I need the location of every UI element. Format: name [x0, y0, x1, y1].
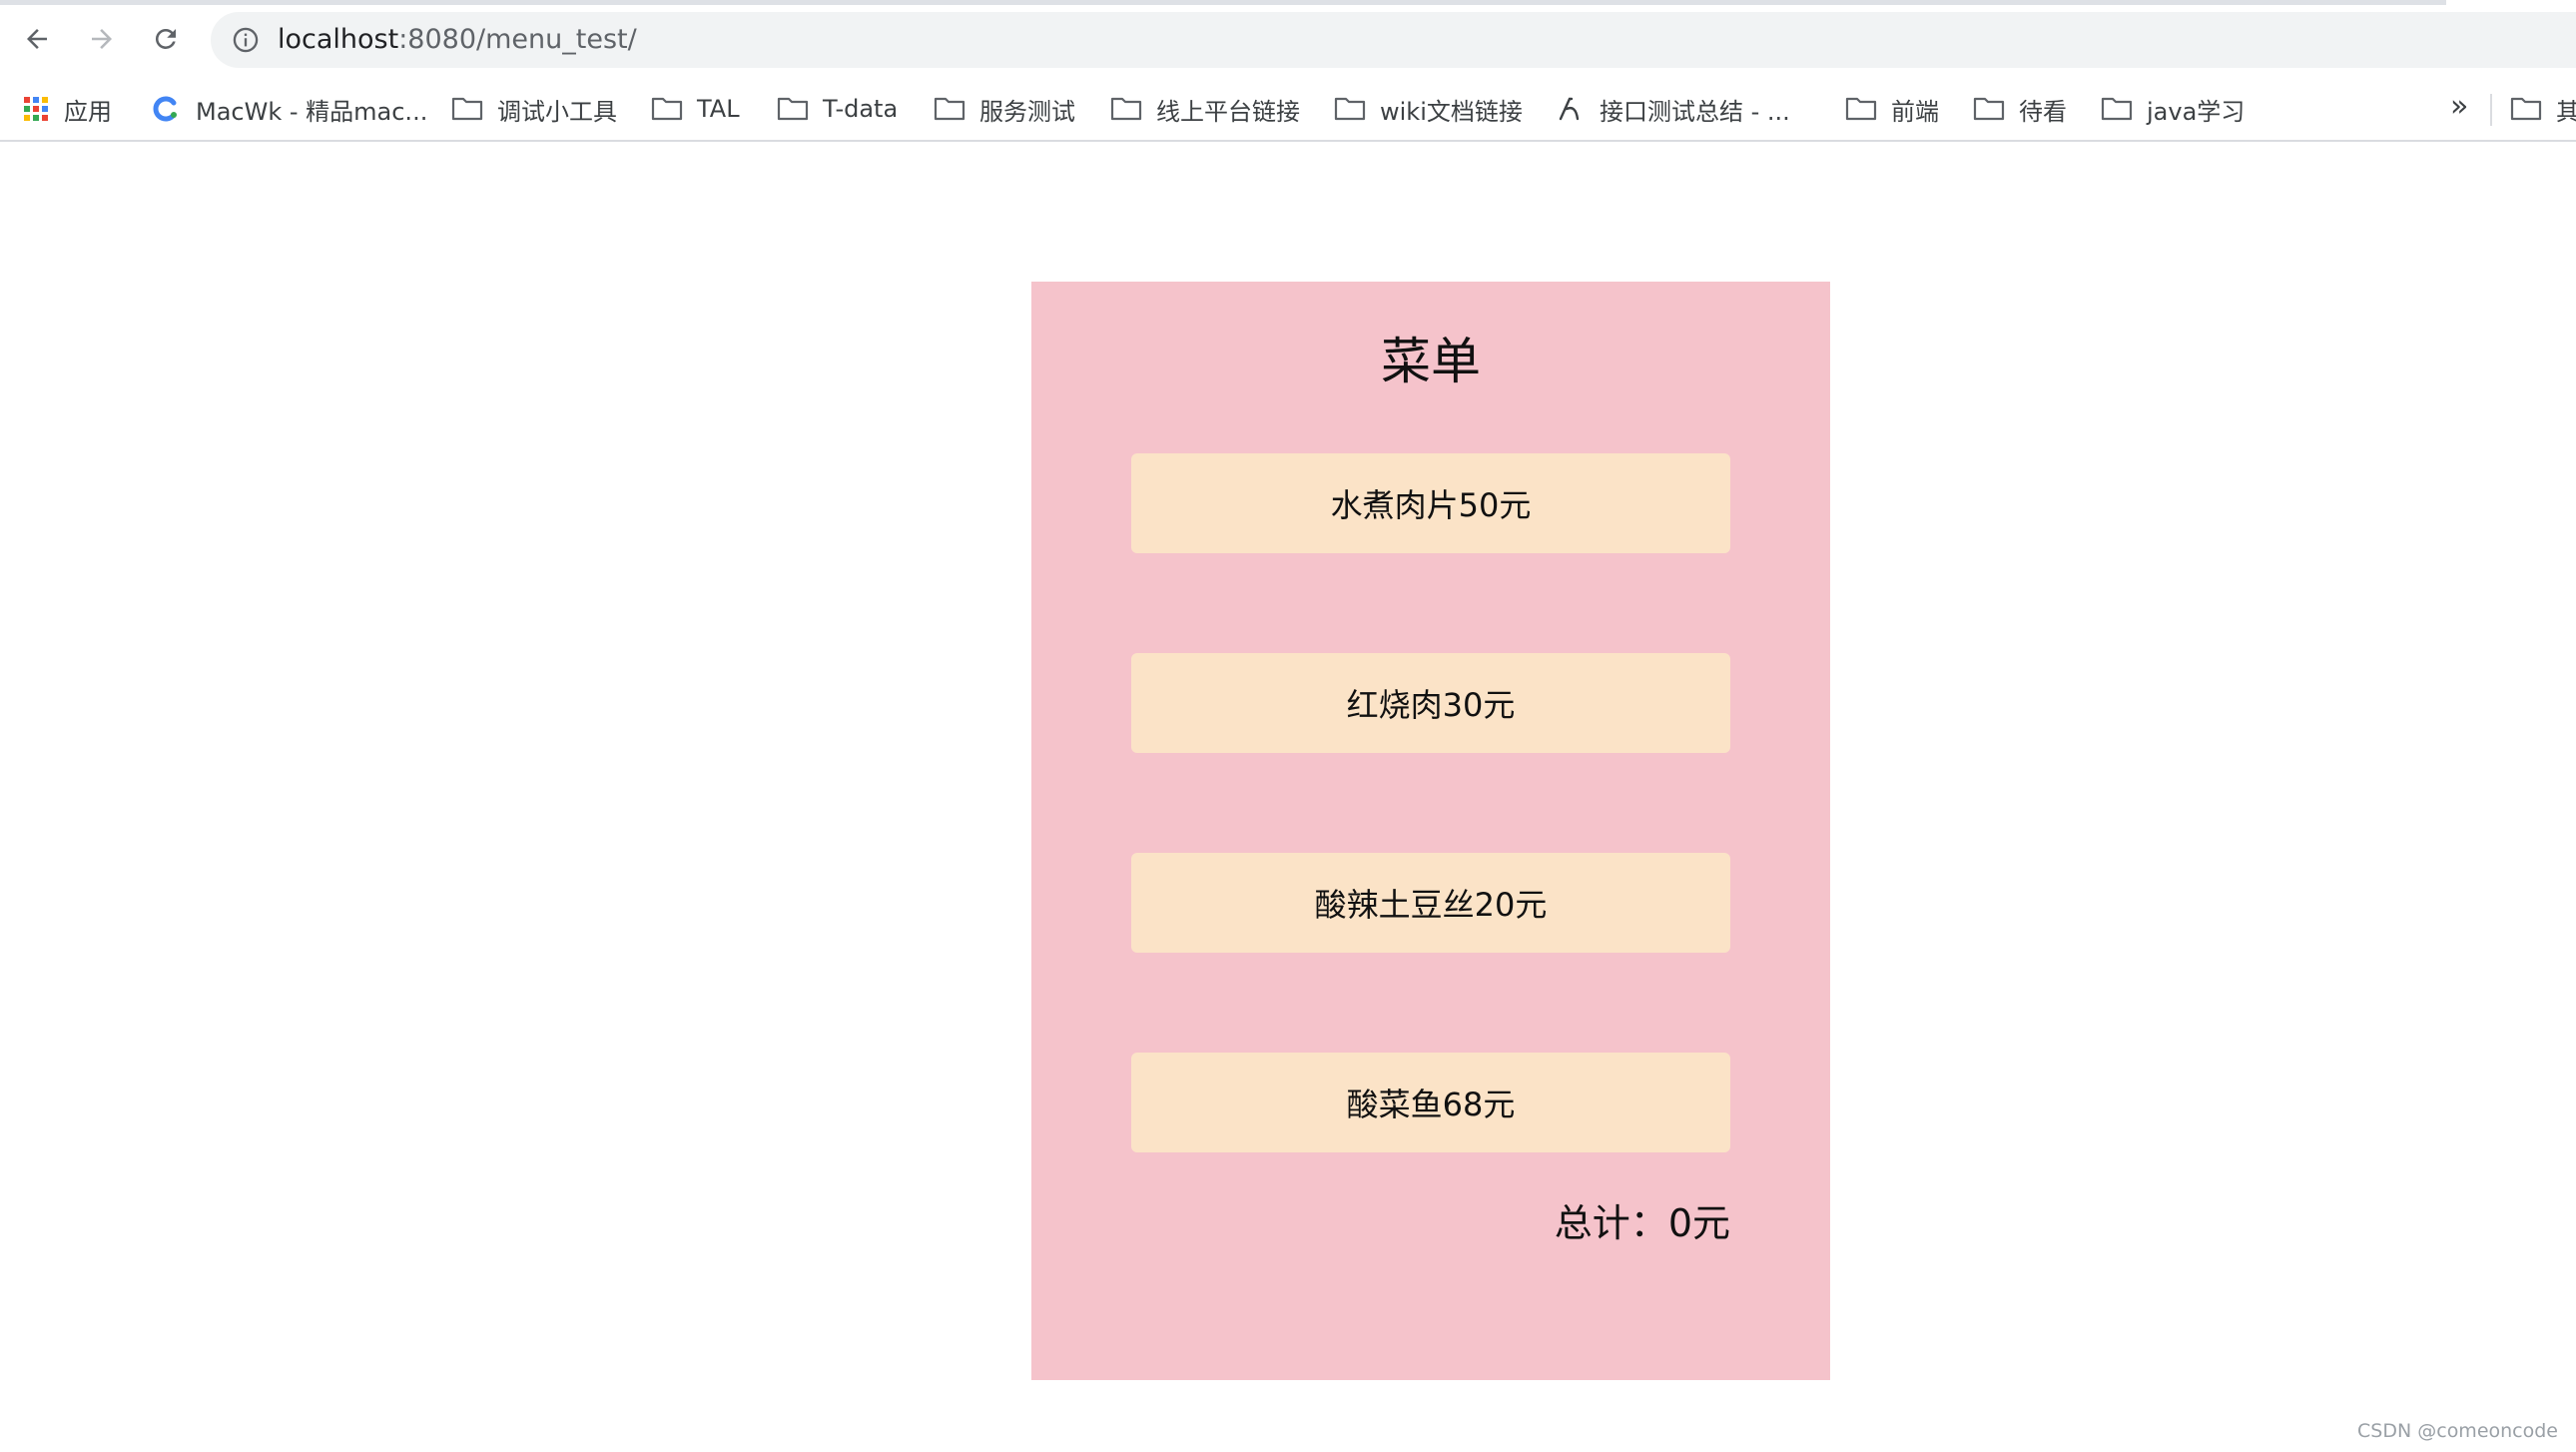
arrow-right-icon	[92, 29, 112, 49]
menu-item[interactable]: 水煮肉片50元	[1131, 453, 1730, 553]
folder-icon	[1110, 96, 1142, 122]
bookmark-folder-frontend[interactable]: 前端	[1845, 78, 1939, 140]
bookmark-label: wiki文档链接	[1380, 97, 1523, 126]
page-icon	[1554, 96, 1586, 122]
menu-item[interactable]: 酸菜鱼68元	[1131, 1053, 1730, 1152]
total-price: 总计：0元	[1555, 1192, 1730, 1247]
bookmark-apps[interactable]: 应用	[22, 78, 112, 140]
macwk-logo-icon	[150, 96, 182, 122]
bookmarks-divider	[2490, 94, 2492, 126]
folder-icon	[2510, 96, 2542, 122]
watermark: CSDN @comeoncode	[2357, 1420, 2558, 1442]
arrow-left-icon	[27, 29, 47, 49]
menu-item[interactable]: 红烧肉30元	[1131, 653, 1730, 753]
bookmark-api-test-summary[interactable]: 接口测试总结 - ...	[1554, 78, 1790, 140]
folder-icon	[934, 96, 966, 122]
tab-strip	[0, 0, 2446, 5]
bookmark-label: MacWk - 精品mac...	[196, 97, 428, 126]
reload-button[interactable]	[144, 17, 188, 61]
bookmark-label: 调试小工具	[497, 97, 617, 126]
total-label: 总计：	[1554, 1201, 1668, 1245]
bookmark-folder-java[interactable]: java学习	[2101, 78, 2245, 140]
bookmark-label: 其	[2556, 97, 2576, 126]
reload-icon	[155, 28, 176, 49]
info-icon[interactable]	[232, 26, 260, 54]
bookmark-folder-other[interactable]: 其	[2510, 78, 2576, 140]
bookmarks-overflow-button[interactable]: »	[2450, 78, 2468, 140]
bookmark-label: java学习	[2147, 97, 2246, 126]
bookmarks-bar: 应用 MacWk - 精品mac... 调试小工具 TAL T-data 服务测…	[0, 78, 2576, 142]
back-button[interactable]	[15, 17, 59, 61]
folder-icon	[2101, 96, 2133, 122]
bookmark-label: 前端	[1891, 97, 1939, 126]
menu-card: 菜单 水煮肉片50元 红烧肉30元 酸辣土豆丝20元 酸菜鱼68元 总计：0元	[1031, 282, 1830, 1380]
bookmark-folder-debug-tools[interactable]: 调试小工具	[451, 78, 617, 140]
bookmark-label: TAL	[697, 95, 740, 123]
bookmark-folder-service-test[interactable]: 服务测试	[934, 78, 1075, 140]
folder-icon	[777, 96, 809, 122]
bookmark-label: 服务测试	[979, 97, 1075, 126]
folder-icon	[1334, 96, 1366, 122]
bookmark-label: 线上平台链接	[1156, 97, 1300, 126]
url-host: localhost	[278, 24, 399, 55]
bookmark-folder-wiki[interactable]: wiki文档链接	[1334, 78, 1523, 140]
bookmark-macwk[interactable]: MacWk - 精品mac...	[150, 78, 427, 140]
bookmark-label: 应用	[64, 97, 112, 126]
forward-button[interactable]	[80, 17, 124, 61]
menu-title: 菜单	[1381, 333, 1481, 390]
bookmark-folder-tal[interactable]: TAL	[651, 78, 740, 140]
bookmark-folder-online-links[interactable]: 线上平台链接	[1110, 78, 1300, 140]
bookmark-folder-to-read[interactable]: 待看	[1973, 78, 2067, 140]
apps-grid-icon	[22, 96, 50, 122]
bookmark-label: 接口测试总结 - ...	[1600, 97, 1790, 126]
menu-item[interactable]: 酸辣土豆丝20元	[1131, 853, 1730, 953]
folder-icon	[1973, 96, 2005, 122]
total-value: 0元	[1667, 1201, 1730, 1245]
bookmark-label: T-data	[823, 95, 899, 123]
browser-toolbar: localhost:8080/menu_test/	[0, 0, 2576, 77]
bookmark-folder-t-data[interactable]: T-data	[777, 78, 898, 140]
url-text[interactable]: localhost:8080/menu_test/	[278, 12, 637, 68]
folder-icon	[1845, 96, 1877, 122]
folder-icon	[451, 96, 483, 122]
url-path: :8080/menu_test/	[398, 24, 637, 55]
folder-icon	[651, 96, 683, 122]
address-bar[interactable]: localhost:8080/menu_test/	[211, 12, 2576, 68]
bookmark-label: 待看	[2019, 97, 2067, 126]
